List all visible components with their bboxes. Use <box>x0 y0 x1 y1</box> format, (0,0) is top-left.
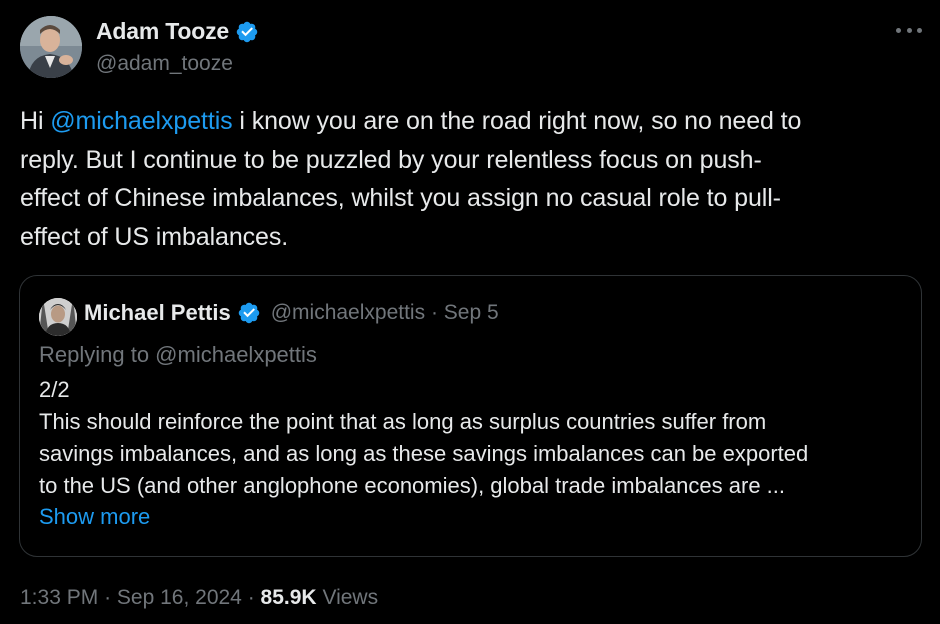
tweet-text: Hi @michaelxpettis i know you are on the… <box>20 102 920 256</box>
tweet: Adam Tooze @adam_tooze Hi @michaelxpetti… <box>0 0 940 624</box>
quoted-tweet-date[interactable]: Sep 5 <box>444 301 499 325</box>
tweet-text-segment: i know you are on the road right now, so… <box>232 107 802 135</box>
views-label: Views <box>322 586 379 609</box>
more-horizontal-icon[interactable] <box>896 20 922 40</box>
quoted-author-avatar[interactable] <box>39 298 77 336</box>
separator-dot: · <box>430 301 438 324</box>
quoted-tweet-line: 2/2 <box>39 377 70 402</box>
meta-separator: · <box>425 301 444 325</box>
more-dot <box>917 27 922 33</box>
replying-to-label: Replying to @michaelxpettis <box>39 342 317 367</box>
more-dot <box>896 27 901 33</box>
quoted-tweet-line: to the US (and other anglophone economie… <box>39 473 786 498</box>
author-handle[interactable]: @adam_tooze <box>96 52 233 76</box>
tweet-line: effect of US imbalances. <box>20 222 289 251</box>
tweet-time[interactable]: 1:33 PM <box>20 586 98 609</box>
mention-link[interactable]: @michaelxpettis <box>50 107 232 135</box>
verified-badge-icon <box>236 21 258 42</box>
views-count[interactable]: 85.9K <box>261 586 317 609</box>
author-avatar[interactable] <box>20 16 82 78</box>
author-name-row[interactable]: Adam Tooze <box>96 18 259 45</box>
quoted-tweet-card[interactable]: Michael Pettis @michaelxpettis · Sep 5 R… <box>19 275 922 557</box>
tweet-text-segment: Hi <box>20 107 51 135</box>
show-more-link[interactable]: Show more <box>39 504 150 530</box>
quoted-tweet-line: This should reinforce the point that as … <box>39 409 767 434</box>
quoted-author-avatar-image <box>39 298 77 336</box>
separator-dot: · <box>247 586 255 609</box>
quoted-tweet-header: Michael Pettis @michaelxpettis · Sep 5 <box>84 300 499 326</box>
quoted-author-handle[interactable]: @michaelxpettis <box>271 301 425 325</box>
tweet-line: reply. But I continue to be puzzled by y… <box>20 145 762 174</box>
tweet-date[interactable]: Sep 16, 2024 <box>117 586 242 609</box>
tweet-line: effect of Chinese imbalances, whilst you… <box>20 184 781 212</box>
tweet-footer: 1:33 PM · Sep 16, 2024 · 85.9K Views <box>20 586 378 610</box>
verified-badge-icon <box>238 302 259 324</box>
quoted-tweet-line: savings imbalances, and as long as these… <box>39 441 809 466</box>
author-avatar-image <box>20 16 82 78</box>
author-display-name[interactable]: Adam Tooze <box>96 18 229 45</box>
more-dot <box>906 27 912 33</box>
tweet-line: Hi @michaelxpettis i know you are on the… <box>20 102 920 141</box>
quoted-author-name[interactable]: Michael Pettis <box>84 300 231 326</box>
separator-dot: · <box>104 586 112 609</box>
quoted-tweet-text: 2/2 This should reinforce the point that… <box>39 374 909 502</box>
